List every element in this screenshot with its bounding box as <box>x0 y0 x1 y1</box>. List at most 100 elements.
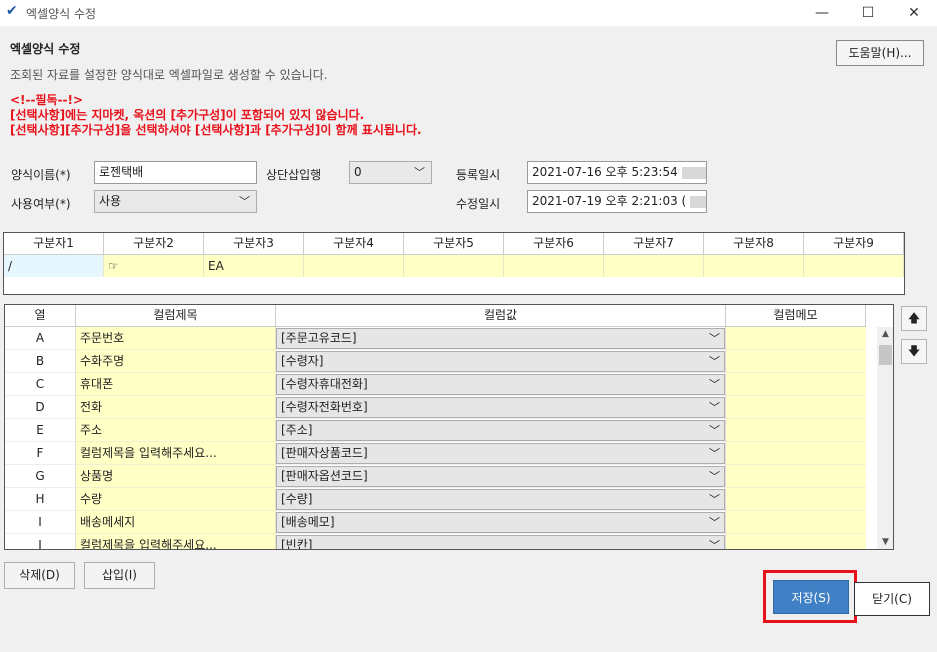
column-value-text: [판매자상품코드] <box>281 446 368 460</box>
separator-header-cell[interactable]: 구분자9 <box>804 233 904 255</box>
column-letter-cell[interactable]: D <box>5 396 76 419</box>
column-letter-cell[interactable]: I <box>5 511 76 534</box>
close-button[interactable]: 닫기(C) <box>854 582 930 616</box>
column-memo-cell[interactable] <box>726 419 866 442</box>
chevron-down-icon: ﹀ <box>414 166 425 179</box>
column-title-cell[interactable]: 상품명 <box>76 465 276 488</box>
column-letter-cell[interactable]: F <box>5 442 76 465</box>
move-up-button[interactable]: 🡅 <box>901 306 927 331</box>
separator-header-cell[interactable]: 구분자5 <box>404 233 504 255</box>
chevron-down-icon: ﹀ <box>709 378 720 391</box>
column-letter-cell[interactable]: A <box>5 327 76 350</box>
separator-header-cell[interactable]: 구분자7 <box>604 233 704 255</box>
mod-date-value: 2021-07-19 오후 2:21:03 ( <box>532 194 687 208</box>
table-row: I 배송메세지 [배송메모] ﹀ <box>5 511 866 534</box>
column-letter-cell[interactable]: C <box>5 373 76 396</box>
column-title-cell[interactable]: 전화 <box>76 396 276 419</box>
move-down-button[interactable]: 🡇 <box>901 339 927 364</box>
column-title-cell[interactable]: 주소 <box>76 419 276 442</box>
top-insert-select[interactable]: 0 ﹀ <box>349 161 432 184</box>
column-value-select[interactable]: [수령자전화번호] ﹀ <box>276 397 725 418</box>
column-memo-cell[interactable] <box>726 488 866 511</box>
column-title-cell[interactable]: 컬럼제목을 입력해주세요... <box>76 534 276 549</box>
column-value-select[interactable]: [수량] ﹀ <box>276 489 725 510</box>
minimize-button[interactable]: — <box>799 0 845 26</box>
separator-header-cell[interactable]: 구분자8 <box>704 233 804 255</box>
column-value-cell: [수령자] ﹀ <box>276 350 726 373</box>
scroll-thumb[interactable] <box>879 345 892 365</box>
column-value-select[interactable]: [배송메모] ﹀ <box>276 512 725 533</box>
save-button[interactable]: 저장(S) <box>773 580 849 614</box>
col-header-title[interactable]: 컬럼제목 <box>76 305 276 327</box>
column-value-select[interactable]: [판매자상품코드] ﹀ <box>276 443 725 464</box>
column-memo-cell[interactable] <box>726 465 866 488</box>
column-value-select[interactable]: [주문고유코드] ﹀ <box>276 328 725 349</box>
column-title-cell[interactable]: 컬럼제목을 입력해주세요... <box>76 442 276 465</box>
column-value-text: [수령자전화번호] <box>281 400 368 414</box>
column-letter-cell[interactable]: B <box>5 350 76 373</box>
column-value-cell: [판매자상품코드] ﹀ <box>276 442 726 465</box>
separator-header-cell[interactable]: 구분자3 <box>204 233 304 255</box>
col-header-memo[interactable]: 컬럼메모 <box>726 305 866 327</box>
separator-header-cell[interactable]: 구분자1 <box>4 233 104 255</box>
separator-header-cell[interactable]: 구분자6 <box>504 233 604 255</box>
column-memo-cell[interactable] <box>726 373 866 396</box>
separator-cell[interactable] <box>704 255 804 277</box>
maximize-button[interactable]: ☐ <box>845 0 891 26</box>
reg-date-value: 2021-07-16 오후 5:23:54 <box>532 165 678 179</box>
column-memo-cell[interactable] <box>726 442 866 465</box>
chevron-down-icon: ﹀ <box>709 401 720 414</box>
separator-cell[interactable] <box>504 255 604 277</box>
column-value-select[interactable]: [빈칸] ﹀ <box>276 535 725 549</box>
column-letter-cell[interactable]: E <box>5 419 76 442</box>
form-name-input[interactable]: 로젠택배 <box>94 161 257 184</box>
column-value-select[interactable]: [판매자옵션코드] ﹀ <box>276 466 725 487</box>
column-letter-cell[interactable]: J <box>5 534 76 549</box>
chevron-down-icon: ﹀ <box>709 493 720 506</box>
mod-date-field: 2021-07-19 오후 2:21:03 ( <box>527 190 707 213</box>
col-header-letter[interactable]: 열 <box>5 305 76 327</box>
column-letter-cell[interactable]: H <box>5 488 76 511</box>
column-title-cell[interactable]: 수량 <box>76 488 276 511</box>
redacted-block <box>690 195 706 208</box>
vertical-scrollbar[interactable]: ▲ ▼ <box>877 327 893 549</box>
column-value-select[interactable]: [수령자] ﹀ <box>276 351 725 372</box>
separator-cell[interactable]: ☞ <box>104 255 204 277</box>
column-title-cell[interactable]: 휴대폰 <box>76 373 276 396</box>
delete-button[interactable]: 삭제(D) <box>4 562 75 589</box>
column-value-cell: [배송메모] ﹀ <box>276 511 726 534</box>
column-memo-cell[interactable] <box>726 511 866 534</box>
scroll-up-icon[interactable]: ▲ <box>877 327 893 341</box>
reg-date-field: 2021-07-16 오후 5:23:54 <box>527 161 707 184</box>
column-title-cell[interactable]: 배송메세지 <box>76 511 276 534</box>
help-button[interactable]: 도움말(H)... <box>836 40 924 66</box>
scroll-down-icon[interactable]: ▼ <box>877 535 893 549</box>
separator-cell[interactable] <box>404 255 504 277</box>
column-memo-cell[interactable] <box>726 534 866 549</box>
separator-header-cell[interactable]: 구분자2 <box>104 233 204 255</box>
col-header-value[interactable]: 컬럼값 <box>276 305 726 327</box>
separator-cell[interactable]: EA <box>204 255 304 277</box>
column-memo-cell[interactable] <box>726 327 866 350</box>
column-value-select[interactable]: [주소] ﹀ <box>276 420 725 441</box>
separator-header-cell[interactable]: 구분자4 <box>304 233 404 255</box>
form-name-label: 양식이름(*) <box>11 168 71 182</box>
form-use-value: 사용 <box>99 194 122 208</box>
column-memo-cell[interactable] <box>726 396 866 419</box>
column-title-cell[interactable]: 수화주명 <box>76 350 276 373</box>
separator-cell[interactable] <box>604 255 704 277</box>
insert-button[interactable]: 삽입(I) <box>84 562 155 589</box>
column-title-cell[interactable]: 주문번호 <box>76 327 276 350</box>
redacted-block <box>681 166 706 179</box>
column-grid-body: A 주문번호 [주문고유코드] ﹀ B 수화주명 [수령자] ﹀ C 휴대폰 [수령자휴대전화] ﹀ D… <box>5 327 866 549</box>
separator-cell[interactable] <box>804 255 904 277</box>
form-use-select[interactable]: 사용 ﹀ <box>94 190 257 213</box>
column-letter-cell[interactable]: G <box>5 465 76 488</box>
separator-cell[interactable]: / <box>4 255 104 277</box>
close-window-button[interactable]: ✕ <box>891 0 937 26</box>
column-value-select[interactable]: [수령자휴대전화] ﹀ <box>276 374 725 395</box>
separator-cell[interactable] <box>304 255 404 277</box>
column-value-text: [수령자휴대전화] <box>281 377 368 391</box>
column-grid-header: 열 컬럼제목 컬럼값 컬럼메모 <box>5 305 866 327</box>
column-memo-cell[interactable] <box>726 350 866 373</box>
